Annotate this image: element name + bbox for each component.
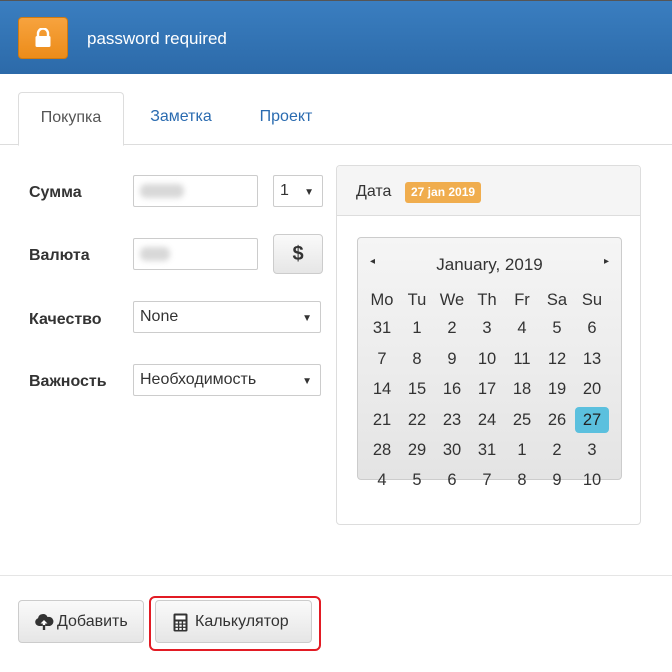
calendar-day[interactable]: 14: [367, 376, 397, 402]
calculator-highlight: [149, 596, 321, 651]
calendar-day[interactable]: 31: [472, 437, 502, 463]
importance-select[interactable]: Необходимость ▼: [133, 364, 321, 396]
amount-qty-select[interactable]: 1 ▼: [273, 175, 323, 207]
amount-input[interactable]: [133, 175, 258, 207]
calendar-weekday: Tu: [407, 291, 427, 309]
calendar-day[interactable]: 8: [507, 467, 537, 493]
caret-down-icon: ▼: [304, 187, 314, 198]
calendar-day[interactable]: 2: [542, 437, 572, 463]
calendar-day[interactable]: 11: [507, 346, 537, 372]
calendar-day[interactable]: 23: [437, 407, 467, 433]
quality-label: Качество: [29, 311, 102, 328]
calendar-day[interactable]: 7: [472, 467, 502, 493]
amount-qty-value: 1: [280, 182, 289, 199]
quality-select[interactable]: None ▼: [133, 301, 321, 333]
calendar-day[interactable]: 19: [542, 376, 572, 402]
calendar-day[interactable]: 13: [577, 346, 607, 372]
blurred-value: [140, 184, 184, 198]
currency-label: Валюта: [29, 247, 90, 264]
add-button[interactable]: Добавить: [18, 600, 144, 643]
blurred-value: [140, 247, 170, 261]
calendar-day[interactable]: 28: [367, 437, 397, 463]
calendar-day[interactable]: 22: [402, 407, 432, 433]
importance-value: Необходимость: [140, 371, 257, 388]
calendar-day[interactable]: 12: [542, 346, 572, 372]
tab-note[interactable]: Заметка: [132, 92, 230, 145]
add-button-label: Добавить: [57, 613, 128, 630]
date-label: Дата: [356, 183, 392, 200]
caret-down-icon: ▼: [302, 313, 312, 324]
calendar-next-button[interactable]: ▸: [604, 256, 609, 267]
calendar-day[interactable]: 3: [472, 315, 502, 341]
tab-bar: Покупка Заметка Проект: [0, 92, 672, 146]
calendar-day[interactable]: 9: [542, 467, 572, 493]
calendar-weekday: Fr: [514, 291, 530, 309]
calendar-day[interactable]: 4: [507, 315, 537, 341]
calendar-day[interactable]: 9: [437, 346, 467, 372]
tab-purchase[interactable]: Покупка: [18, 92, 124, 146]
calendar-weekday: Th: [477, 291, 497, 309]
calendar-weekday: Mo: [370, 291, 394, 309]
calendar-weekday: We: [439, 291, 465, 309]
calendar-day[interactable]: 5: [402, 467, 432, 493]
calendar-day[interactable]: 18: [507, 376, 537, 402]
caret-down-icon: ▼: [302, 376, 312, 387]
date-badge: 27 jan 2019: [405, 182, 482, 203]
calendar-day-selected[interactable]: 27: [575, 406, 609, 433]
importance-label: Важность: [29, 373, 107, 390]
calendar-day[interactable]: 10: [577, 467, 607, 493]
calendar-day[interactable]: 1: [507, 437, 537, 463]
header-title: password required: [87, 29, 227, 48]
lock-button[interactable]: [18, 17, 68, 59]
calendar-day[interactable]: 17: [472, 376, 502, 402]
footer-divider: [0, 575, 672, 576]
calendar-day[interactable]: 16: [437, 376, 467, 402]
calendar-day[interactable]: 7: [367, 346, 397, 372]
calendar-day[interactable]: 5: [542, 315, 572, 341]
quality-value: None: [140, 308, 179, 325]
app-header: password required: [0, 0, 672, 74]
calendar-month-title: January, 2019: [436, 255, 543, 274]
calendar-day[interactable]: 24: [472, 407, 502, 433]
calendar-day[interactable]: 4: [367, 467, 397, 493]
calendar-day[interactable]: 6: [437, 467, 467, 493]
calendar-day[interactable]: 31: [367, 315, 397, 341]
calendar-day[interactable]: 21: [367, 407, 397, 433]
lock-icon: [35, 28, 51, 47]
amount-label: Сумма: [29, 184, 82, 201]
calendar-day[interactable]: 8: [402, 346, 432, 372]
calendar-day[interactable]: 2: [437, 315, 467, 341]
calendar-day[interactable]: 3: [577, 437, 607, 463]
date-panel-header: Дата 27 jan 2019: [337, 166, 640, 216]
calendar-day[interactable]: 25: [507, 407, 537, 433]
calendar-day[interactable]: 29: [402, 437, 432, 463]
currency-button[interactable]: $: [273, 234, 323, 274]
calendar-weekday: Su: [581, 291, 603, 309]
cloud-upload-icon: [35, 614, 54, 630]
calendar-weekday: Sa: [546, 291, 568, 309]
currency-input[interactable]: [133, 238, 258, 270]
calendar-day[interactable]: 10: [472, 346, 502, 372]
calendar: ◂ January, 2019 ▸ Mo Tu We Th Fr Sa Su 31 1 2 3 4 5 6…: [357, 237, 622, 489]
date-panel: Дата 27 jan 2019 ◂ January, 2019 ▸ Mo Tu W…: [336, 165, 641, 525]
calendar-day[interactable]: 1: [402, 315, 432, 341]
calendar-day[interactable]: 30: [437, 437, 467, 463]
calendar-day[interactable]: 6: [577, 315, 607, 341]
calendar-day[interactable]: 15: [402, 376, 432, 402]
tab-project[interactable]: Проект: [240, 92, 332, 145]
calendar-day[interactable]: 26: [542, 407, 572, 433]
calendar-day[interactable]: 20: [577, 376, 607, 402]
